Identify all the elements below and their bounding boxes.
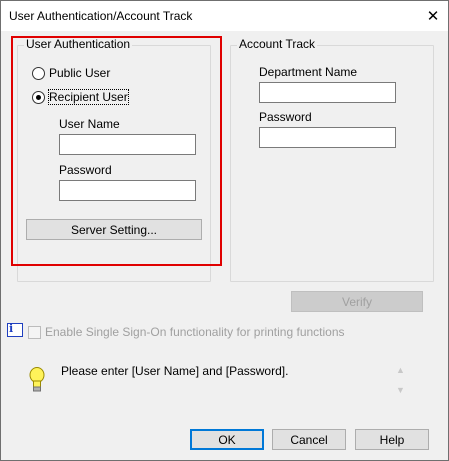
account-track-group-label: Account Track bbox=[237, 37, 318, 51]
dialog-window: User Authentication/Account Track ✕ User… bbox=[0, 0, 449, 461]
highlight-frame bbox=[11, 36, 222, 266]
account-password-field[interactable] bbox=[259, 127, 396, 148]
scroll-up-icon[interactable]: ▲ bbox=[396, 365, 405, 375]
scroll-down-icon[interactable]: ▼ bbox=[396, 385, 405, 395]
title-bar: User Authentication/Account Track ✕ bbox=[1, 1, 448, 31]
sso-checkbox[interactable] bbox=[28, 325, 41, 339]
department-name-label: Department Name bbox=[259, 65, 358, 79]
verify-button[interactable]: Verify bbox=[291, 291, 423, 312]
account-password-label: Password bbox=[259, 110, 312, 124]
account-track-group: Account Track Department Name Password bbox=[230, 37, 434, 282]
sso-checkbox-row[interactable]: Enable Single Sign-On functionality for … bbox=[28, 325, 345, 339]
lightbulb-icon bbox=[29, 367, 45, 393]
sso-label: Enable Single Sign-On functionality for … bbox=[45, 325, 345, 339]
message-text: Please enter [User Name] and [Password]. bbox=[61, 364, 289, 378]
info-icon[interactable]: i bbox=[7, 322, 23, 337]
window-title: User Authentication/Account Track bbox=[9, 9, 193, 23]
close-icon: ✕ bbox=[426, 8, 440, 25]
department-name-field[interactable] bbox=[259, 82, 396, 103]
message-area: Please enter [User Name] and [Password]. bbox=[15, 354, 409, 412]
ok-button[interactable]: OK bbox=[190, 429, 264, 450]
dialog-body: User Authentication Public User Recipien… bbox=[1, 31, 448, 460]
close-button[interactable]: ✕ bbox=[418, 1, 448, 31]
cancel-button[interactable]: Cancel bbox=[272, 429, 346, 450]
help-button[interactable]: Help bbox=[355, 429, 429, 450]
